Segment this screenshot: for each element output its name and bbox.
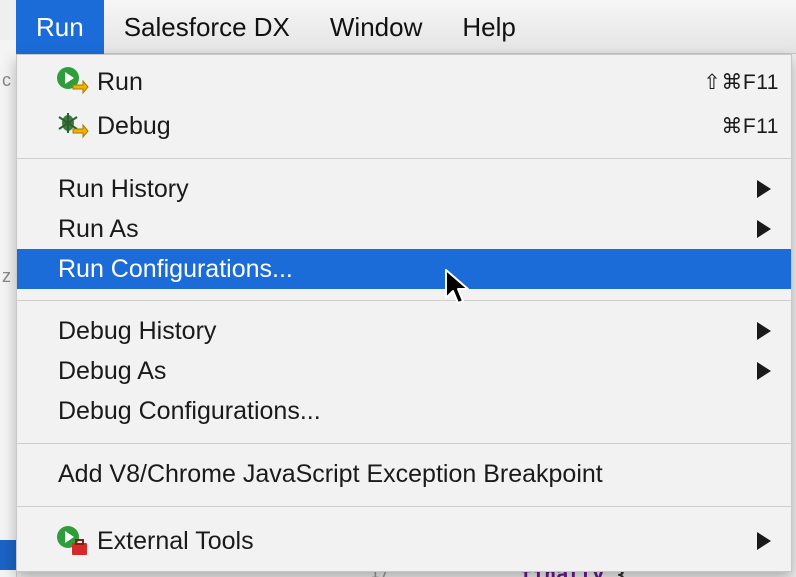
menubar-window[interactable]: Window [310,0,442,54]
menu-item-external-tools-label: External Tools [97,526,254,555]
menu-item-run-configurations[interactable]: Run Configurations... [17,249,791,289]
menu-item-add-exception-breakpoint[interactable]: Add V8/Chrome JavaScript Exception Break… [17,455,791,493]
menu-item-run-label: Run [97,67,143,96]
editor-side-tab[interactable] [0,540,16,570]
gutter-fragment: c [2,70,11,90]
menubar-run[interactable]: Run [16,0,104,54]
run-play-icon [57,67,89,95]
menu-item-debug[interactable]: Debug ⌘F11 [17,107,791,145]
gutter-fragment: z [2,266,11,286]
menu-item-run-shortcut: ⇧⌘F11 [703,70,779,94]
submenu-arrow-icon [757,532,771,550]
run-menu-dropdown: Run ⇧⌘F11 Debug ⌘F11 Run History Run As … [16,54,792,572]
menu-item-run-as[interactable]: Run As [17,210,791,248]
submenu-arrow-icon [757,220,771,238]
menubar-salesforce-dx[interactable]: Salesforce DX [104,0,310,54]
menu-item-run-configurations-label: Run Configurations... [58,254,293,283]
menu-item-run-as-label: Run As [58,214,139,243]
menu-separator [17,300,791,301]
menu-item-debug-configurations-label: Debug Configurations... [58,396,321,425]
debug-bug-icon [58,113,89,139]
submenu-arrow-icon [757,180,771,198]
menu-item-debug-shortcut: ⌘F11 [721,114,779,138]
menu-item-run-history[interactable]: Run History [17,170,791,208]
menu-item-debug-as[interactable]: Debug As [17,352,791,390]
external-tools-icon [57,526,87,555]
menu-item-debug-configurations[interactable]: Debug Configurations... [17,392,791,430]
menu-separator [17,443,791,444]
menu-separator [17,158,791,159]
menu-separator [17,506,791,507]
menu-item-add-exception-breakpoint-label: Add V8/Chrome JavaScript Exception Break… [58,459,603,488]
menu-bar: Run Salesforce DX Window Help [16,0,796,54]
submenu-arrow-icon [757,322,771,340]
menu-item-run[interactable]: Run ⇧⌘F11 [17,63,791,101]
menu-item-debug-label: Debug [97,111,171,140]
menu-item-debug-history-label: Debug History [58,316,217,345]
menubar-help[interactable]: Help [442,0,535,54]
menu-item-debug-history[interactable]: Debug History [17,312,791,350]
submenu-arrow-icon [757,362,771,380]
mouse-pointer-icon [445,269,469,304]
menu-item-external-tools[interactable]: External Tools [17,522,791,560]
menu-item-run-history-label: Run History [58,174,189,203]
menu-item-debug-as-label: Debug As [58,356,167,385]
editor-left-gutter [0,40,17,577]
